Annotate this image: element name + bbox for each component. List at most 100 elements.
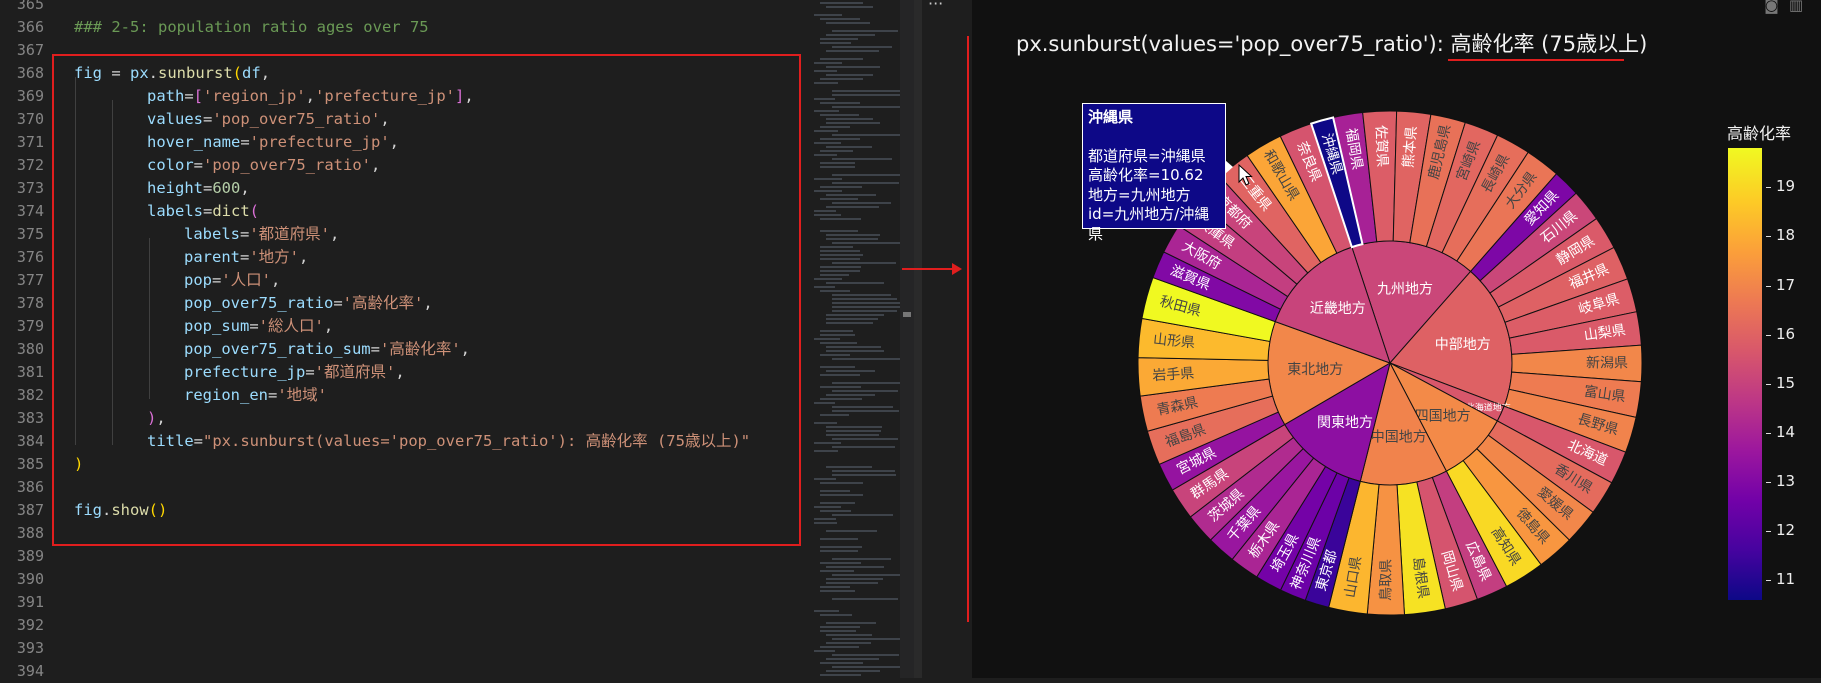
line-number: 377 (16, 271, 44, 289)
minimap-line (814, 214, 841, 216)
minimap[interactable] (806, 0, 905, 678)
line-number: 378 (16, 294, 44, 312)
colorbar-tick-label: 18 (1776, 226, 1796, 245)
minimap-line (820, 290, 850, 292)
minimap-line (814, 478, 836, 480)
minimap-line (832, 202, 891, 204)
minimap-line (826, 658, 879, 660)
colorbar-tick-label: 14 (1776, 422, 1796, 441)
minimap-line (820, 166, 855, 168)
minimap-line (814, 98, 835, 100)
minimap-line (832, 382, 905, 384)
minimap-line (826, 430, 881, 432)
colorbar-tick (1766, 187, 1771, 189)
colorbar-tick (1766, 482, 1771, 484)
minimap-line (814, 442, 841, 444)
minimap-line (826, 6, 873, 8)
region-label: 中国地方 (1371, 429, 1427, 445)
minimap-line (820, 662, 863, 664)
line-number: 373 (16, 179, 44, 197)
colorbar-tick-label: 19 (1776, 177, 1796, 196)
minimap-line (826, 370, 875, 372)
colorbar (1728, 148, 1762, 600)
minimap-line (826, 318, 878, 320)
minimap-line (820, 538, 858, 540)
minimap-line (832, 654, 899, 656)
annotation-arrow-head (952, 263, 962, 275)
minimap-line (820, 366, 855, 368)
minimap-line (820, 494, 863, 496)
region-label: 近畿地方 (1310, 301, 1366, 317)
minimap-line (814, 338, 840, 340)
minimap-line (832, 598, 898, 600)
colorbar-tick (1766, 236, 1771, 238)
minimap-line (832, 30, 898, 32)
minimap-line (826, 346, 881, 348)
minimap-line (820, 218, 861, 220)
line-number: 385 (16, 455, 44, 473)
minimap-line (832, 666, 900, 668)
minimap-line (832, 262, 896, 264)
editor-scrollbar[interactable] (900, 0, 914, 678)
minimap-line (820, 342, 857, 344)
minimap-line (826, 582, 878, 584)
minimap-line (832, 558, 891, 560)
colorbar-tick (1766, 580, 1771, 582)
colorbar-tick (1766, 334, 1771, 336)
sunburst-chart[interactable]: 九州地方沖縄県福岡県 佐賀県 熊本県 鹿児島県 宮崎県長崎県大分県中部地方愛知県石川県静… (972, 0, 1821, 678)
line-number: 368 (16, 64, 44, 82)
minimap-line (820, 334, 855, 336)
minimap-line (832, 438, 898, 440)
minimap-line (814, 286, 835, 288)
colorbar-tick (1766, 285, 1771, 287)
line-number: 366 (16, 18, 44, 36)
minimap-line (826, 634, 872, 636)
minimap-line (814, 82, 838, 84)
minimap-line (820, 562, 861, 564)
minimap-line (814, 506, 841, 508)
minimap-line (826, 66, 880, 68)
minimap-line (832, 90, 902, 92)
minimap-line (814, 154, 837, 156)
minimap-line (820, 374, 860, 376)
minimap-line (820, 630, 856, 632)
ellipsis-icon[interactable]: ··· (928, 0, 943, 13)
minimap-line (820, 614, 852, 616)
code-editor[interactable]: 365 366 367 368 369 370 371 372 373 374 375 376 377 3… (0, 0, 806, 680)
line-number: 369 (16, 87, 44, 105)
minimap-line (814, 70, 837, 72)
minimap-line (826, 566, 884, 568)
minimap-line (826, 74, 873, 76)
plot-output[interactable]: ◙▥ px.sunburst(values='pop_over75_ratio'… (972, 0, 1821, 678)
colorbar-tick (1766, 432, 1771, 434)
minimap-line (814, 650, 835, 652)
line-number: 394 (16, 662, 44, 680)
scrollbar-thumb[interactable] (903, 312, 911, 317)
minimap-line (826, 146, 872, 148)
minimap-line (826, 206, 879, 208)
minimap-line (832, 310, 897, 312)
code-comment[interactable]: ### 2-5: population ratio ages over 75 (74, 16, 429, 39)
minimap-line (826, 394, 875, 396)
line-number: 374 (16, 202, 44, 220)
minimap-line (820, 38, 858, 40)
line-number: 370 (16, 110, 44, 128)
minimap-line (826, 50, 879, 52)
minimap-line (820, 550, 858, 552)
minimap-line (820, 198, 858, 200)
minimap-line (826, 466, 872, 468)
colorbar-tick-label: 13 (1776, 472, 1796, 491)
minimap-line (826, 234, 880, 236)
minimap-line (820, 590, 855, 592)
minimap-line (832, 514, 893, 516)
minimap-line (832, 242, 903, 244)
minimap-line (820, 490, 850, 492)
minimap-line (820, 126, 850, 128)
minimap-line (832, 306, 901, 308)
minimap-line (826, 642, 871, 644)
line-number: 375 (16, 225, 44, 243)
minimap-line (832, 406, 893, 408)
pane-divider[interactable] (914, 0, 922, 678)
minimap-line (832, 158, 892, 160)
minimap-line (820, 18, 860, 20)
